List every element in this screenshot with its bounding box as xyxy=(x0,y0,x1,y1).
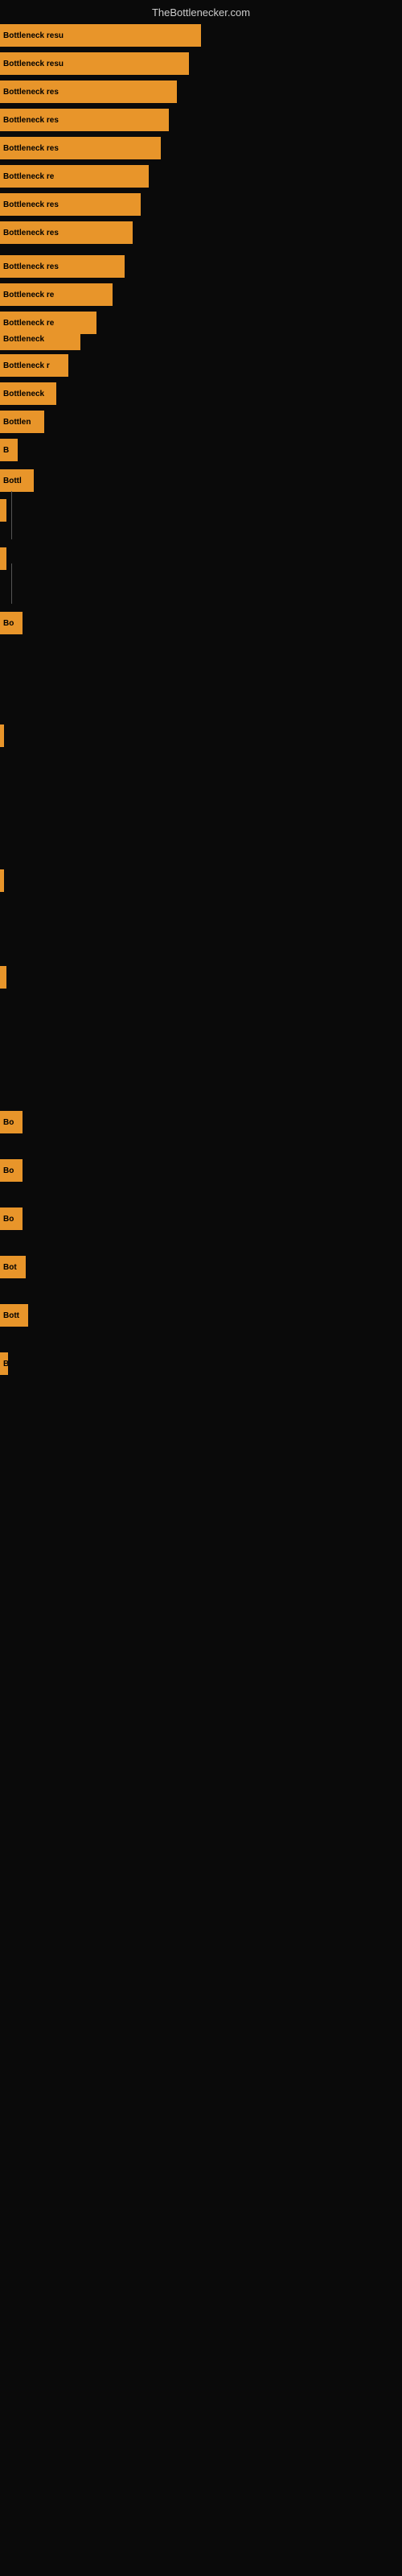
bar-label: Bottleneck re xyxy=(3,172,54,181)
bar-item: Bo xyxy=(0,1111,23,1133)
bar-item: Bottleneck res xyxy=(0,109,169,131)
bar-label: Bo xyxy=(3,1166,14,1175)
bar-label: Bot xyxy=(3,1263,17,1272)
bar-label: Bo xyxy=(3,1215,14,1224)
bar-item: Bottleneck xyxy=(0,328,80,350)
bar-label: Bottleneck res xyxy=(3,88,59,97)
bar-label: Bottleneck res xyxy=(3,200,59,209)
bar-item xyxy=(0,547,6,570)
site-title: TheBottlenecker.com xyxy=(152,6,250,19)
bar-item: Bo xyxy=(0,1159,23,1182)
bar-label: Bottleneck xyxy=(3,390,44,398)
bar-label: Bottleneck resu xyxy=(3,60,64,68)
bar-label: Bottleneck r xyxy=(3,361,50,370)
bar-item: Bottlen xyxy=(0,411,44,433)
bar-item xyxy=(0,869,4,892)
bar-item: Bottleneck res xyxy=(0,193,141,216)
bar-item: Bottleneck r xyxy=(0,354,68,377)
bar-item: Bottl xyxy=(0,469,34,492)
bar-item: B xyxy=(0,439,18,461)
bar-label: B xyxy=(3,446,9,455)
bar-label: B xyxy=(3,1360,8,1368)
bar-label: Bottleneck res xyxy=(3,262,59,271)
vertical-line xyxy=(11,564,12,604)
bar-item xyxy=(0,724,4,747)
vertical-line xyxy=(11,491,12,539)
bar-item xyxy=(0,499,6,522)
bar-item: Bottleneck res xyxy=(0,80,177,103)
bar-label: Bott xyxy=(3,1311,19,1320)
bar-item: Bot xyxy=(0,1256,26,1278)
bar-item: Bottleneck resu xyxy=(0,52,189,75)
bar-item: Bottleneck res xyxy=(0,137,161,159)
bar-item: Bo xyxy=(0,1208,23,1230)
bar-label: Bo xyxy=(3,619,14,628)
bar-item xyxy=(0,966,6,989)
bar-label: Bottleneck res xyxy=(3,116,59,125)
bar-item: Bottleneck res xyxy=(0,221,133,244)
bar-item: B xyxy=(0,1352,8,1375)
bar-item: Bottleneck res xyxy=(0,255,125,278)
bar-label: Bottlen xyxy=(3,418,31,427)
bar-item: Bottleneck resu xyxy=(0,24,201,47)
bar-item: Bottleneck re xyxy=(0,165,149,188)
bar-label: Bottleneck res xyxy=(3,229,59,237)
bar-label: Bottleneck resu xyxy=(3,31,64,40)
bar-item: Bott xyxy=(0,1304,28,1327)
bar-item: Bottleneck xyxy=(0,382,56,405)
bar-label: Bottleneck re xyxy=(3,319,54,328)
bar-label: Bottleneck re xyxy=(3,291,54,299)
bar-label: Bottleneck res xyxy=(3,144,59,153)
bar-label: Bottl xyxy=(3,477,22,485)
bar-item: Bo xyxy=(0,612,23,634)
bar-label: Bottleneck xyxy=(3,335,44,344)
bar-item: Bottleneck re xyxy=(0,283,113,306)
bar-label: Bo xyxy=(3,1118,14,1127)
